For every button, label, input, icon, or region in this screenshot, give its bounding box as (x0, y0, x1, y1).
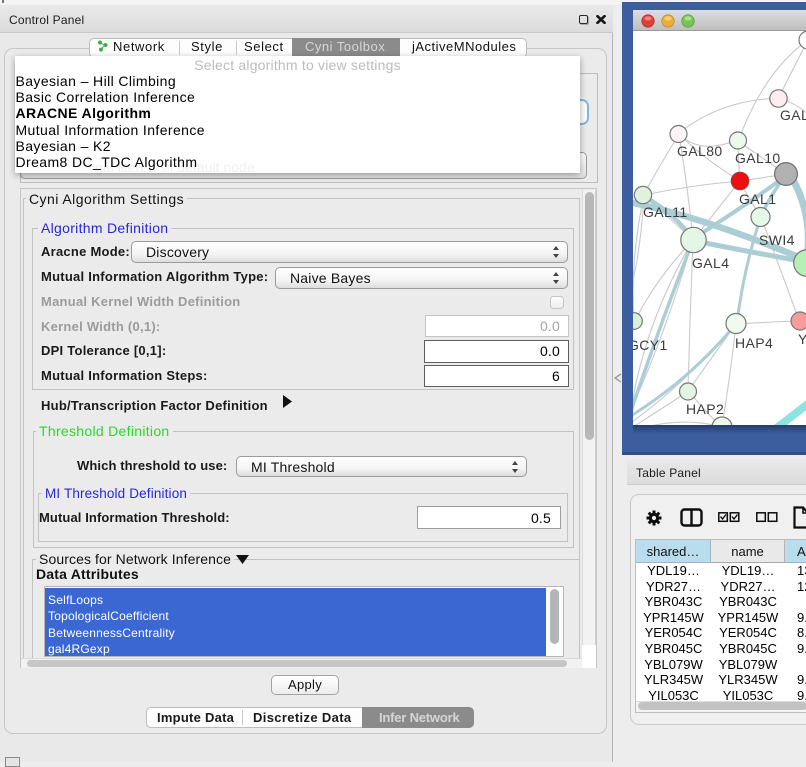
svg-text:SWI4: SWI4 (759, 232, 795, 248)
svg-text:GAL4: GAL4 (692, 255, 729, 271)
svg-text:HAP2: HAP2 (686, 401, 724, 417)
svg-text:GAL11: GAL11 (643, 204, 688, 220)
svg-text:GAL: GAL (780, 107, 806, 123)
svg-text:HAP4: HAP4 (735, 335, 773, 351)
svg-text:GAL10: GAL10 (735, 150, 781, 166)
svg-text:GAL1: GAL1 (739, 191, 776, 207)
svg-text:GAL80: GAL80 (677, 143, 723, 159)
svg-text:Y: Y (798, 331, 806, 347)
svg-text:GCY1: GCY1 (633, 337, 668, 353)
